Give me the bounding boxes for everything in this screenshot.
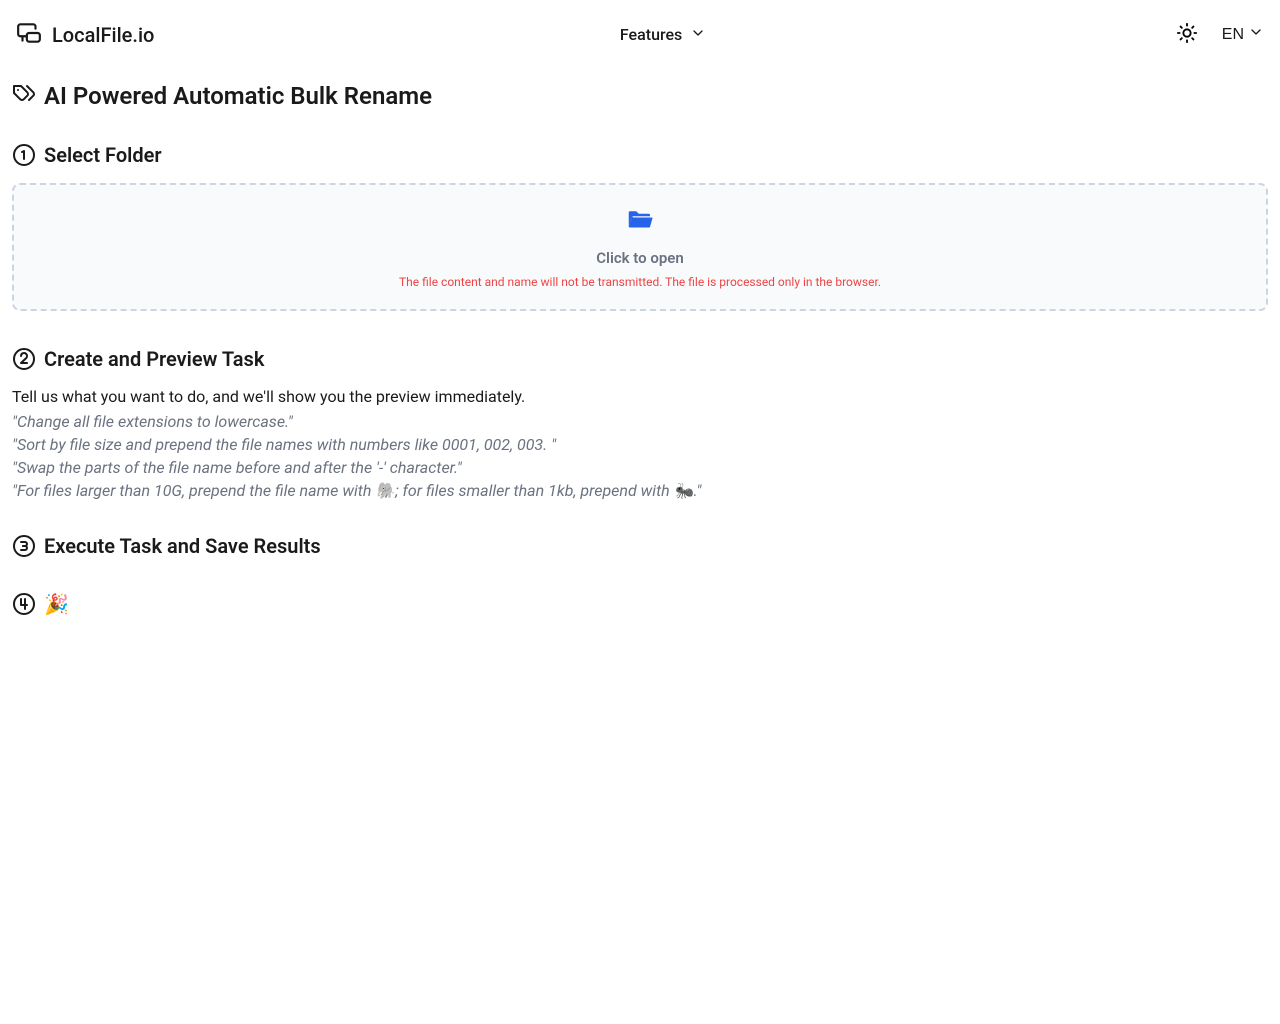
dropzone-main-text: Click to open [596, 249, 684, 267]
example-1: "Change all file extensions to lowercase… [12, 412, 1268, 431]
step-3-title: Execute Task and Save Results [12, 534, 1268, 558]
header-right: EN [1172, 18, 1264, 51]
step-2-section: Create and Preview Task Tell us what you… [12, 347, 1268, 500]
features-label: Features [620, 25, 682, 44]
number-4-icon [12, 592, 36, 616]
page-title: AI Powered Automatic Bulk Rename [12, 81, 1268, 111]
features-menu[interactable]: Features [620, 25, 706, 45]
example-2: "Sort by file size and prepend the file … [12, 435, 1268, 454]
example-4: "For files larger than 10G, prepend the … [12, 481, 1268, 500]
step-3-section: Execute Task and Save Results [12, 534, 1268, 558]
header: LocalFile.io Features [0, 0, 1280, 69]
step-4-title-text: 🎉 [44, 592, 69, 616]
step-4-title: 🎉 [12, 592, 1268, 616]
number-2-icon [12, 347, 36, 371]
brand-name: LocalFile.io [52, 23, 154, 47]
step-2-title-text: Create and Preview Task [44, 347, 264, 371]
folder-open-icon [620, 205, 660, 239]
step-4-section: 🎉 [12, 592, 1268, 616]
tags-icon [12, 81, 36, 111]
step-1-title-text: Select Folder [44, 143, 162, 167]
number-3-icon [12, 534, 36, 558]
step-1-section: Select Folder Click to open The file con… [12, 143, 1268, 311]
page-title-text: AI Powered Automatic Bulk Rename [44, 82, 432, 110]
main-content: AI Powered Automatic Bulk Rename Select … [0, 81, 1280, 616]
sun-icon [1176, 22, 1198, 47]
dropzone-sub-text: The file content and name will not be tr… [399, 275, 881, 289]
step-2-title: Create and Preview Task [12, 347, 1268, 371]
number-1-icon [12, 143, 36, 167]
monitor-icon [16, 20, 42, 50]
chevron-down-icon [1248, 24, 1264, 45]
language-selector[interactable]: EN [1222, 24, 1264, 45]
chevron-down-icon [690, 25, 706, 45]
folder-dropzone[interactable]: Click to open The file content and name … [12, 183, 1268, 311]
example-3: "Swap the parts of the file name before … [12, 458, 1268, 477]
brand-logo[interactable]: LocalFile.io [16, 20, 154, 50]
language-label: EN [1222, 26, 1244, 44]
step-2-description: Tell us what you want to do, and we'll s… [12, 387, 1268, 406]
step-3-title-text: Execute Task and Save Results [44, 534, 321, 558]
theme-toggle-button[interactable] [1172, 18, 1202, 51]
step-1-title: Select Folder [12, 143, 1268, 167]
